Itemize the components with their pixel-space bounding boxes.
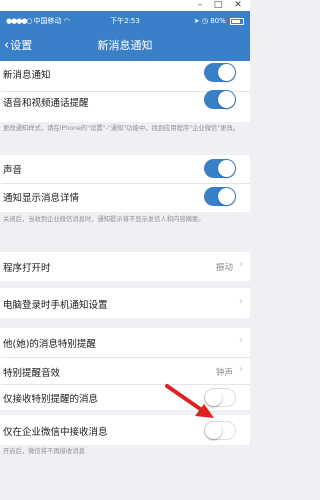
- row-label: 仅在企业微信中接收消息: [3, 427, 108, 438]
- toggle-knob: [218, 91, 235, 108]
- only-wework-toggle[interactable]: [204, 421, 236, 440]
- chevron-right-icon: ›: [239, 335, 243, 346]
- battery-percent: 80%: [210, 17, 226, 25]
- sound-toggle[interactable]: [204, 159, 236, 178]
- row-special-contact[interactable]: 他(她)的消息特别提醒 ›: [0, 328, 250, 357]
- row-sound[interactable]: 声音: [0, 155, 250, 183]
- new-message-toggle[interactable]: [204, 63, 236, 82]
- chevron-right-icon: ›: [239, 259, 243, 270]
- row-only-special[interactable]: 仅接收特别提醒的消息: [0, 385, 250, 410]
- only-special-toggle[interactable]: [204, 388, 236, 407]
- row-label: 他(她)的消息特别提醒: [3, 339, 96, 350]
- toggle-knob: [218, 188, 235, 205]
- row-special-tone[interactable]: 特别提醒音效 钟声 ›: [0, 358, 250, 384]
- status-right: ➤ ◷ 80%: [194, 14, 244, 28]
- toggle-knob: [218, 64, 235, 81]
- row-label: 通知显示消息详情: [3, 193, 80, 204]
- row-voice-video[interactable]: 语音和视频通话提醒: [0, 90, 250, 122]
- voice-video-toggle[interactable]: [204, 90, 236, 109]
- navigation-header: ●●●●○ 中国移动 ◠ 下午2:53 ➤ ◷ 80% ‹设置 新消息通知: [0, 11, 250, 61]
- page-title: 新消息通知: [97, 39, 153, 52]
- close-icon[interactable]: ✕: [232, 0, 244, 11]
- chevron-right-icon: ›: [239, 296, 243, 307]
- toggle-knob: [205, 389, 222, 406]
- show-details-toggle[interactable]: [204, 187, 236, 206]
- row-value: 振动: [215, 263, 233, 273]
- battery-icon: [230, 17, 244, 25]
- row-label: 声音: [3, 165, 23, 176]
- row-value: 钟声: [215, 368, 233, 378]
- row-label: 仅接收特别提醒的消息: [3, 394, 99, 405]
- row-pc-login[interactable]: 电脑登录时手机通知设置 ›: [0, 288, 250, 318]
- location-icon: ➤: [193, 17, 200, 25]
- row-label: 电脑登录时手机通知设置: [3, 300, 108, 311]
- row-label: 特别提醒音效: [3, 368, 61, 379]
- window-title-bar: – □ ✕: [0, 0, 250, 11]
- row-new-message[interactable]: 新消息通知: [0, 61, 250, 91]
- maximize-icon[interactable]: □: [212, 0, 224, 11]
- row-label: 语音和视频通话提醒: [3, 98, 89, 109]
- status-bar: ●●●●○ 中国移动 ◠ 下午2:53 ➤ ◷ 80%: [6, 14, 244, 28]
- nav-row: ‹设置 新消息通知: [0, 35, 250, 57]
- minimize-icon[interactable]: –: [194, 0, 206, 11]
- row-only-wework[interactable]: 仅在企业微信中接收消息: [0, 415, 250, 445]
- toggle-knob: [218, 160, 235, 177]
- details-note: 关闭后，当收到企业微信消息时，通知提示将不显示发信人和内容摘要。: [3, 216, 205, 223]
- alarm-icon: ◷: [201, 17, 208, 25]
- notification-style-note: 更改通知样式，请在iPhone的"设置"-"通知"功能中，找到应用程序"企业微信…: [3, 125, 240, 132]
- wework-note: 开启后，微信将不再接收消息: [3, 448, 85, 455]
- chevron-right-icon: ›: [239, 364, 243, 375]
- row-show-details[interactable]: 通知显示消息详情: [0, 184, 250, 212]
- row-app-open[interactable]: 程序打开时 振动 ›: [0, 252, 250, 281]
- row-label: 新消息通知: [3, 70, 51, 81]
- row-label: 程序打开时: [3, 263, 51, 274]
- toggle-knob: [205, 422, 222, 439]
